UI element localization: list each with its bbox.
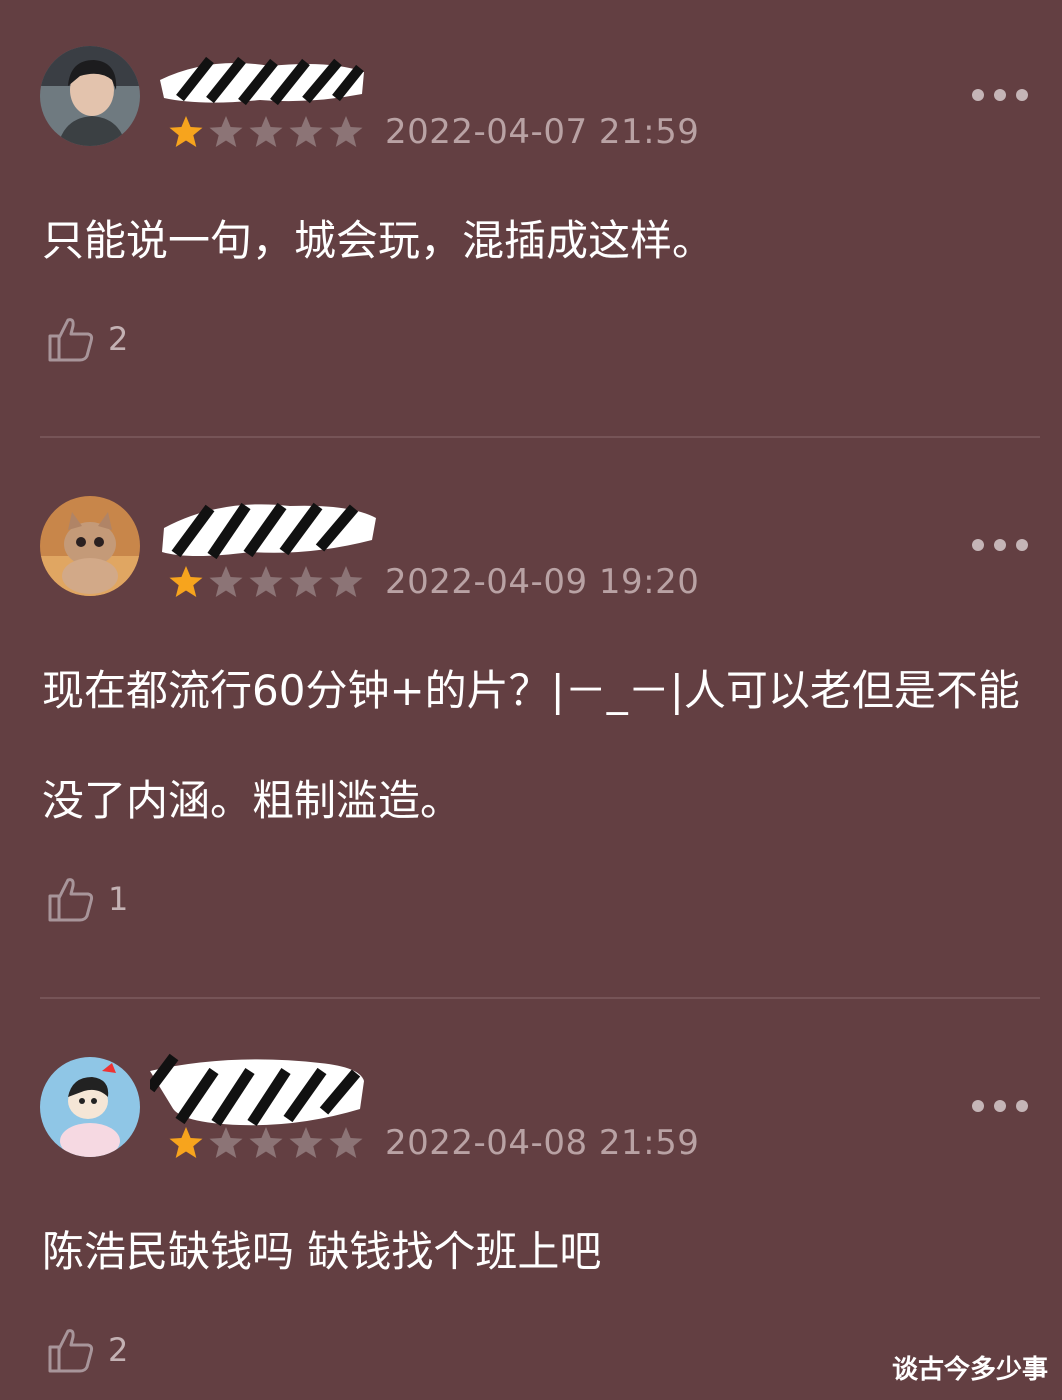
- thumbs-up-icon: [48, 318, 94, 362]
- more-options-button[interactable]: [972, 87, 1028, 103]
- star-empty-icon: [209, 116, 243, 147]
- more-dot-icon: [1016, 1100, 1028, 1112]
- cat-photo-icon: [40, 496, 140, 596]
- user-avatar[interactable]: [40, 496, 140, 596]
- review-item: 2022-04-07 21:59 只能说一句，城会玩，混插成这样。 2: [0, 0, 1062, 438]
- like-button[interactable]: 2: [46, 1325, 128, 1375]
- redaction-scribble: [160, 56, 364, 106]
- like-count: 2: [108, 320, 129, 358]
- star-empty-icon: [249, 566, 283, 597]
- more-dot-icon: [994, 539, 1006, 551]
- cartoon-avatar-icon: [40, 1057, 140, 1157]
- rating-stars: [168, 564, 364, 600]
- more-dot-icon: [972, 89, 984, 101]
- username-redacted[interactable]: [150, 490, 380, 560]
- more-options-button[interactable]: [972, 537, 1028, 553]
- redaction-scribble: [162, 502, 376, 560]
- star-empty-icon: [289, 566, 323, 597]
- user-avatar[interactable]: [40, 1057, 140, 1157]
- watermark-text: 谈古今多少事: [891, 1355, 1048, 1385]
- review-divider: [40, 436, 1040, 438]
- more-dot-icon: [1016, 539, 1028, 551]
- star-empty-icon: [289, 1127, 323, 1158]
- review-date: 2022-04-07 21:59: [385, 112, 700, 152]
- rating-stars: [168, 1125, 364, 1161]
- review-divider: [40, 997, 1040, 999]
- star-empty-icon: [289, 116, 323, 147]
- redaction-scribble: [150, 1053, 364, 1127]
- review-item: 2022-04-09 19:20 现在都流行60分钟+的片？|－_－|人可以老但…: [0, 450, 1062, 1000]
- star-empty-icon: [249, 116, 283, 147]
- star-filled-icon: [169, 116, 203, 147]
- review-comment: 只能说一句，城会玩，混插成这样。: [42, 216, 715, 265]
- like-count: 2: [108, 1331, 129, 1369]
- like-button[interactable]: 1: [46, 874, 128, 924]
- review-date: 2022-04-09 19:20: [385, 562, 700, 602]
- review-comment: 陈浩民缺钱吗 缺钱找个班上吧: [42, 1227, 602, 1276]
- star-empty-icon: [329, 116, 363, 147]
- star-empty-icon: [249, 1127, 283, 1158]
- star-empty-icon: [329, 566, 363, 597]
- star-empty-icon: [329, 1127, 363, 1158]
- review-item: 2022-04-08 21:59 陈浩民缺钱吗 缺钱找个班上吧 2: [0, 1011, 1062, 1400]
- review-date: 2022-04-08 21:59: [385, 1123, 700, 1163]
- star-empty-icon: [209, 1127, 243, 1158]
- star-filled-icon: [169, 1127, 203, 1158]
- more-dot-icon: [994, 1100, 1006, 1112]
- review-comment: 现在都流行60分钟+的片？|－_－|人可以老但是不能没了内涵。粗制滥造。: [42, 666, 1020, 825]
- user-avatar[interactable]: [40, 46, 140, 146]
- like-button[interactable]: 2: [46, 314, 128, 364]
- star-filled-icon: [169, 566, 203, 597]
- star-empty-icon: [209, 566, 243, 597]
- more-dot-icon: [972, 1100, 984, 1112]
- rating-stars: [168, 114, 364, 150]
- thumbs-up-icon: [48, 878, 94, 922]
- more-options-button[interactable]: [972, 1098, 1028, 1114]
- thumbs-up-icon: [48, 1329, 94, 1373]
- more-dot-icon: [972, 539, 984, 551]
- username-redacted[interactable]: [150, 46, 380, 108]
- like-count: 1: [108, 880, 129, 918]
- username-redacted[interactable]: [150, 1049, 380, 1127]
- person-photo-icon: [40, 46, 140, 146]
- more-dot-icon: [994, 89, 1006, 101]
- more-dot-icon: [1016, 89, 1028, 101]
